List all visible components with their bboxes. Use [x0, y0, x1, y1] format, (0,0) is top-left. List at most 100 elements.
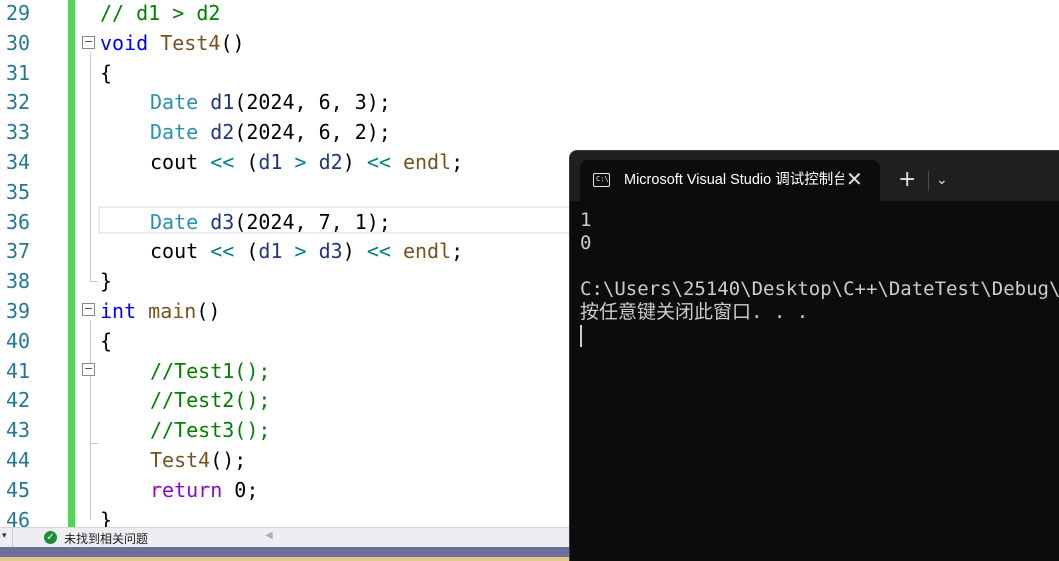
check-circle-icon[interactable]: ✓	[44, 531, 57, 544]
code-text: Date d2(2024, 6, 2);	[100, 118, 391, 148]
debug-console-window[interactable]: C:\ Microsoft Visual Studio 调试控制台 ✕ + ⌄ …	[569, 150, 1059, 561]
code-token: )	[342, 239, 367, 264]
code-text: cout << (d1 > d3) << endl;	[100, 237, 463, 267]
code-text: //Test1();	[100, 357, 270, 387]
code-token: d2	[210, 120, 235, 145]
code-line[interactable]: 30 void Test4()	[0, 29, 1059, 59]
titlebar-divider	[928, 171, 929, 191]
code-token: (2024, 7, 1);	[234, 209, 391, 234]
terminal-tab[interactable]: C:\ Microsoft Visual Studio 调试控制台 ✕	[580, 160, 880, 201]
scroll-left-icon[interactable]: ◀	[265, 530, 273, 541]
code-text: {	[100, 59, 112, 89]
code-token: d3	[210, 209, 235, 234]
code-token: (2024, 6, 3);	[234, 90, 391, 115]
line-number: 33	[6, 120, 31, 145]
code-token: d1	[210, 90, 235, 115]
code-token: cout	[150, 239, 199, 264]
code-token: int	[100, 299, 137, 323]
line-number: 34	[6, 150, 31, 174]
code-text: void Test4()	[100, 29, 245, 59]
code-line[interactable]: 33 Date d2(2024, 6, 2);	[0, 118, 1059, 148]
code-token: >	[294, 239, 307, 264]
line-number: 29	[6, 1, 31, 25]
terminal-prompt-line	[580, 324, 1059, 347]
code-line[interactable]: 29 // d1 > d2	[0, 0, 1059, 29]
code-text: //Test2();	[100, 386, 270, 416]
code-token: }	[100, 507, 113, 527]
line-number: 46	[6, 507, 31, 527]
code-token: }	[100, 269, 113, 294]
code-token: Test4	[160, 30, 221, 55]
line-number: 35	[6, 179, 31, 204]
terminal-tab-title: Microsoft Visual Studio 调试控制台	[624, 172, 844, 188]
code-line[interactable]: 31 {	[0, 59, 1059, 89]
line-number: 41	[6, 358, 31, 383]
code-token: Date	[150, 90, 199, 115]
scroll-dropdown-icon[interactable]: ▾	[2, 530, 7, 541]
code-token: //Test3();	[150, 418, 271, 443]
code-token: d2	[318, 150, 343, 174]
code-token: void	[100, 30, 149, 55]
code-token: d1	[258, 239, 283, 264]
terminal-output-line: C:\Users\25140\Desktop\C++\DateTest\Debu…	[580, 278, 1059, 300]
issues-status-text[interactable]: 未找到相关问题	[64, 530, 148, 547]
line-number: 36	[6, 209, 31, 234]
line-number: 44	[6, 448, 31, 472]
code-token: ();	[210, 448, 247, 472]
code-token: ;	[451, 239, 464, 264]
code-token: {	[100, 60, 113, 85]
code-text: Date d1(2024, 6, 3);	[100, 88, 391, 118]
terminal-output-line: 按任意键关闭此窗口. . .	[580, 301, 809, 323]
code-text: {	[100, 327, 112, 357]
code-text: Test4();	[100, 446, 246, 476]
line-number: 39	[6, 299, 31, 323]
line-number: 37	[6, 239, 31, 264]
code-text: cout << (d1 > d2) << endl;	[100, 148, 463, 178]
line-number: 32	[6, 90, 31, 115]
terminal-output[interactable]: 1 0 C:\Users\25140\Desktop\C++\DateTest\De…	[580, 209, 1059, 347]
code-token: 0;	[222, 477, 259, 502]
code-token: Date	[150, 120, 199, 145]
line-number: 40	[6, 328, 31, 353]
code-token: {	[100, 328, 113, 353]
bottom-strip-accent	[0, 557, 569, 561]
line-number: 31	[6, 60, 31, 85]
code-token: //Test1();	[150, 358, 271, 383]
code-text: Date d3(2024, 7, 1);	[100, 208, 391, 238]
code-text: //Test3();	[100, 416, 270, 446]
code-token: <<	[210, 150, 235, 174]
code-text: // d1 > d2	[100, 0, 220, 29]
code-token: Date	[150, 209, 199, 234]
editor-status-bar: ▾ ✓ 未找到相关问题 ◀	[0, 527, 569, 548]
code-text: }	[100, 267, 112, 297]
close-tab-icon[interactable]: ✕	[846, 168, 863, 190]
terminal-cursor	[580, 324, 582, 347]
terminal-output-line: 0	[580, 232, 592, 254]
line-number: 45	[6, 477, 31, 502]
code-token: <<	[210, 239, 235, 264]
code-text: }	[100, 506, 112, 527]
code-token: endl	[402, 239, 452, 264]
code-token: >	[294, 150, 307, 174]
code-line[interactable]: 32 Date d1(2024, 6, 3);	[0, 88, 1059, 118]
code-token: (2024, 6, 2);	[234, 120, 391, 145]
code-token: main	[148, 299, 197, 323]
code-token: //Test2();	[150, 388, 271, 413]
new-tab-button[interactable]: +	[898, 168, 916, 192]
chevron-down-icon[interactable]: ⌄	[936, 171, 948, 189]
code-token: ()	[220, 30, 245, 55]
line-number: 42	[6, 388, 31, 413]
code-token: )	[342, 150, 367, 174]
